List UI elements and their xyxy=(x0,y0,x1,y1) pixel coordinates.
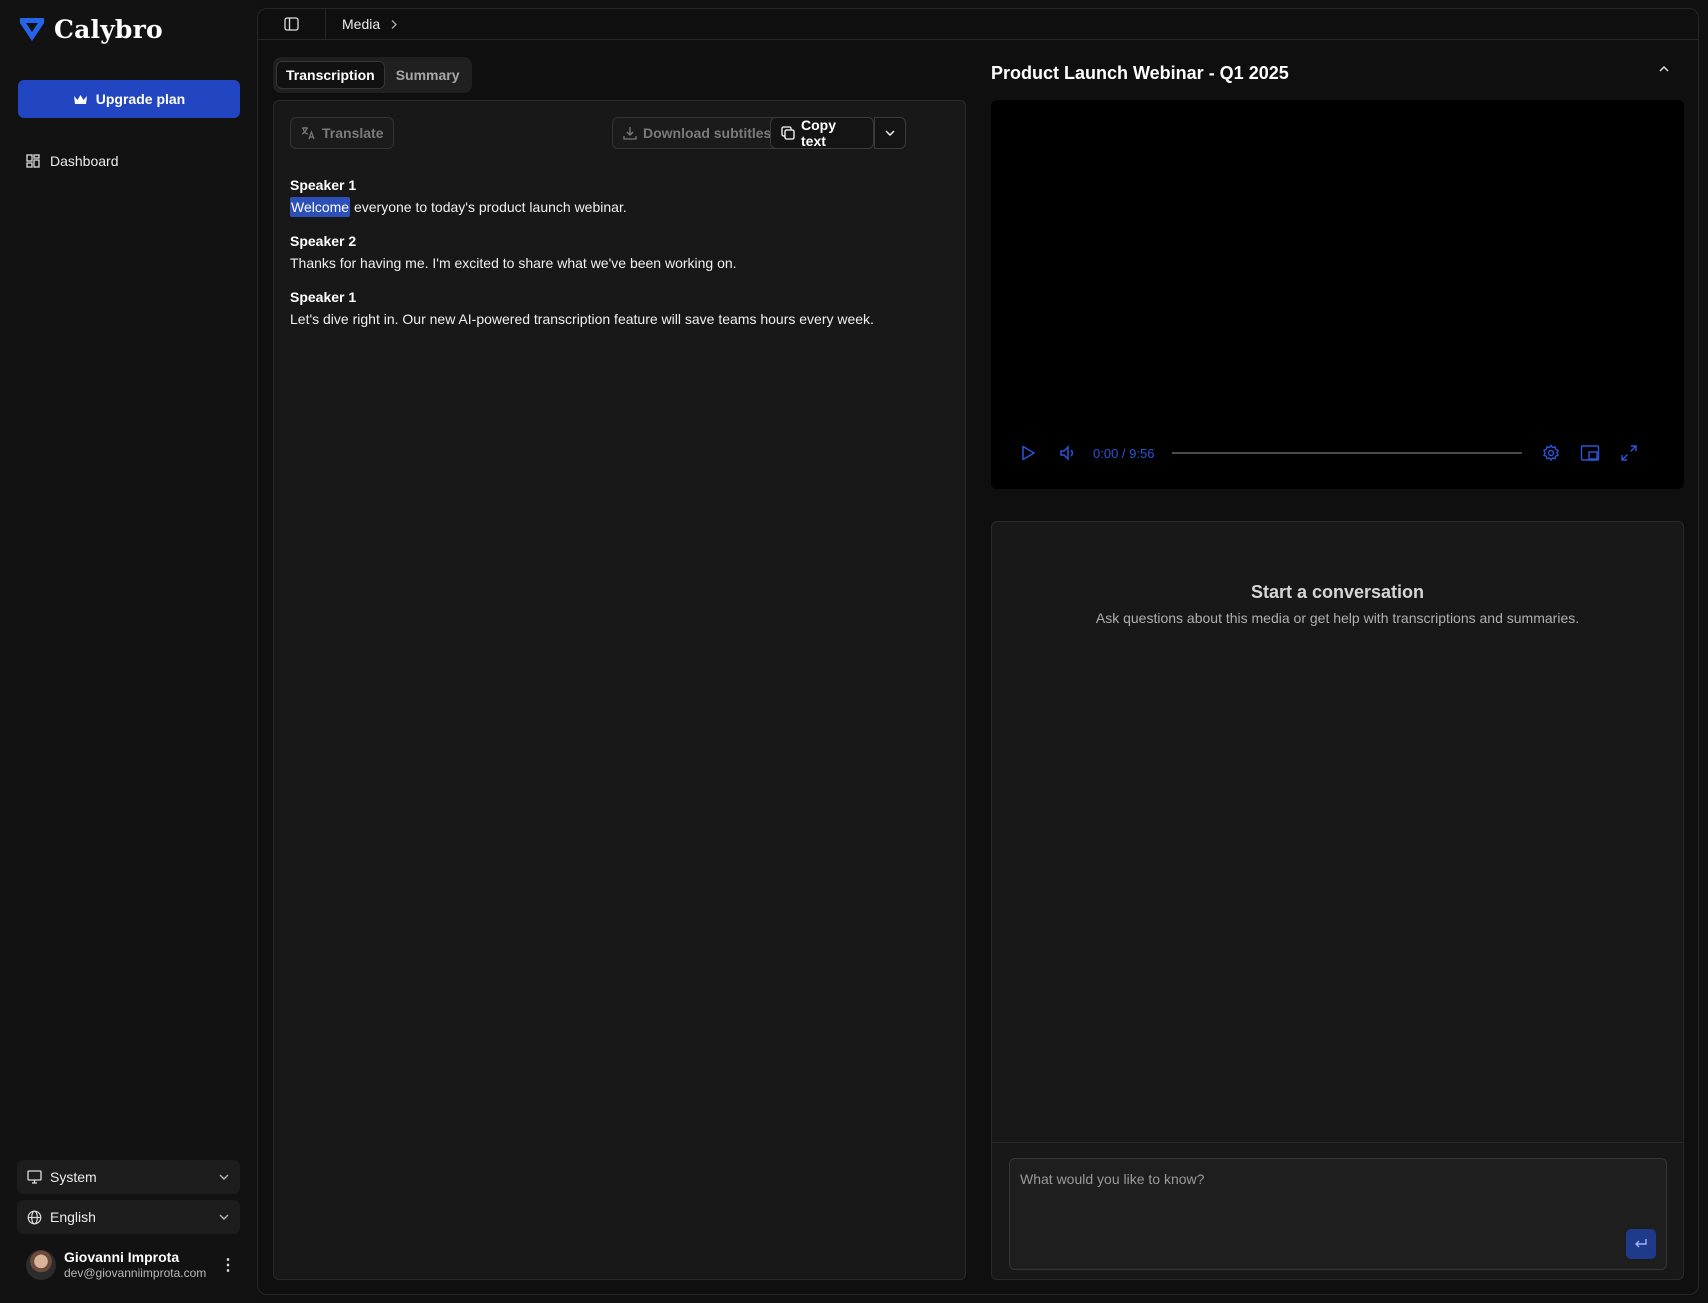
monitor-icon xyxy=(27,1170,42,1184)
sidebar-toggle-icon xyxy=(284,17,299,31)
playback-time: 0:00 / 9:56 xyxy=(1093,445,1155,461)
play-icon[interactable] xyxy=(1019,444,1037,462)
translate-button[interactable]: Translate xyxy=(290,117,395,149)
segment-text: Welcome everyone to today's product laun… xyxy=(290,195,950,219)
speaker-label: Speaker 2 xyxy=(290,233,357,249)
sidebar: Calybro Upgrade plan Dashboard System En… xyxy=(0,0,256,1303)
video-player[interactable]: 0:00 / 9:56 xyxy=(991,100,1684,489)
download-icon xyxy=(623,126,637,140)
transcript-panel: Translate Download subtitles Copy text S… xyxy=(273,100,966,1280)
upgrade-plan-label: Upgrade plan xyxy=(95,91,186,107)
crown-icon xyxy=(73,93,88,106)
settings-gear-icon[interactable] xyxy=(1542,444,1560,462)
upgrade-plan-button[interactable]: Upgrade plan xyxy=(18,80,240,118)
translate-label: Translate xyxy=(322,125,384,141)
fullscreen-icon[interactable] xyxy=(1620,444,1638,462)
breadcrumb-media[interactable]: Media xyxy=(342,16,380,32)
translate-icon xyxy=(301,126,316,140)
volume-icon[interactable] xyxy=(1059,444,1077,462)
view-tabs: Transcription Summary xyxy=(273,57,472,93)
copy-text-button[interactable]: Copy text xyxy=(770,117,874,149)
language-select[interactable]: English xyxy=(17,1200,240,1234)
sidebar-item-label: Dashboard xyxy=(50,153,119,169)
tab-summary[interactable]: Summary xyxy=(387,61,469,89)
picture-in-picture-icon[interactable] xyxy=(1580,444,1600,462)
chevron-up-icon[interactable] xyxy=(1658,65,1670,73)
copy-text-label: Copy text xyxy=(801,117,836,149)
calybro-logo-icon xyxy=(18,14,46,44)
tab-transcription[interactable]: Transcription xyxy=(276,61,385,89)
transcript-segment[interactable]: Speaker 1 Welcome everyone to today's pr… xyxy=(290,175,950,219)
segment-text: Let's dive right in. Our new AI-powered … xyxy=(290,311,874,327)
transcript-segment[interactable]: Speaker 1 Let's dive right in. Our new A… xyxy=(290,287,950,331)
transcript-segment[interactable]: Speaker 2 Thanks for having me. I'm exci… xyxy=(290,231,950,275)
divider xyxy=(992,1142,1683,1143)
main-panel: Media Transcription Summary Translate Do… xyxy=(257,8,1699,1295)
brand-name: Calybro xyxy=(54,14,163,44)
more-options-icon[interactable]: ⋮ xyxy=(220,1255,240,1275)
progress-bar[interactable] xyxy=(1172,452,1523,454)
copy-icon xyxy=(781,126,795,140)
theme-select-value: System xyxy=(50,1169,97,1185)
chevron-down-icon xyxy=(218,1173,230,1181)
segment-text-rest: everyone to today's product launch webin… xyxy=(350,199,627,215)
sidebar-item-dashboard[interactable]: Dashboard xyxy=(18,146,240,176)
chat-input[interactable] xyxy=(1010,1159,1666,1269)
chat-title: Start a conversation xyxy=(1250,582,1425,602)
grid-icon xyxy=(26,154,40,168)
avatar xyxy=(26,1250,56,1280)
chat-subtitle: Ask questions about this media or get he… xyxy=(1095,610,1580,626)
language-select-value: English xyxy=(50,1209,96,1225)
speaker-label: Speaker 1 xyxy=(290,289,357,305)
send-button[interactable] xyxy=(1626,1229,1656,1259)
user-profile[interactable]: Giovanni Improta dev@giovanniimprota.com… xyxy=(26,1247,240,1283)
copy-options-dropdown[interactable] xyxy=(874,117,906,149)
chevron-down-icon xyxy=(218,1213,230,1221)
brand-logo[interactable]: Calybro xyxy=(18,14,163,44)
chevron-right-icon xyxy=(390,19,398,30)
player-controls: 0:00 / 9:56 xyxy=(1019,440,1659,466)
chat-panel: Start a conversation Ask questions about… xyxy=(991,521,1684,1280)
media-title: Product Launch Webinar - Q1 2025 xyxy=(991,63,1289,83)
highlighted-word[interactable]: Welcome xyxy=(290,197,351,217)
globe-icon xyxy=(27,1210,42,1225)
chat-input-box xyxy=(1009,1158,1667,1270)
enter-icon xyxy=(1634,1238,1648,1250)
download-subtitles-button[interactable]: Download subtitles xyxy=(612,117,783,149)
segment-text: Thanks for having me. I'm excited to sha… xyxy=(290,255,737,271)
top-bar: Media xyxy=(258,8,1698,40)
speaker-label: Speaker 1 xyxy=(290,177,357,193)
breadcrumb: Media xyxy=(342,16,398,32)
chevron-down-icon xyxy=(884,129,896,137)
user-name: Giovanni Improta xyxy=(64,1249,180,1266)
transcript-segments: Speaker 1 Welcome everyone to today's pr… xyxy=(290,175,950,343)
user-email: dev@giovanniimprota.com xyxy=(64,1266,207,1281)
download-subtitles-label: Download subtitles xyxy=(643,125,772,141)
theme-select[interactable]: System xyxy=(17,1160,240,1194)
toggle-sidebar-button[interactable] xyxy=(258,8,326,40)
